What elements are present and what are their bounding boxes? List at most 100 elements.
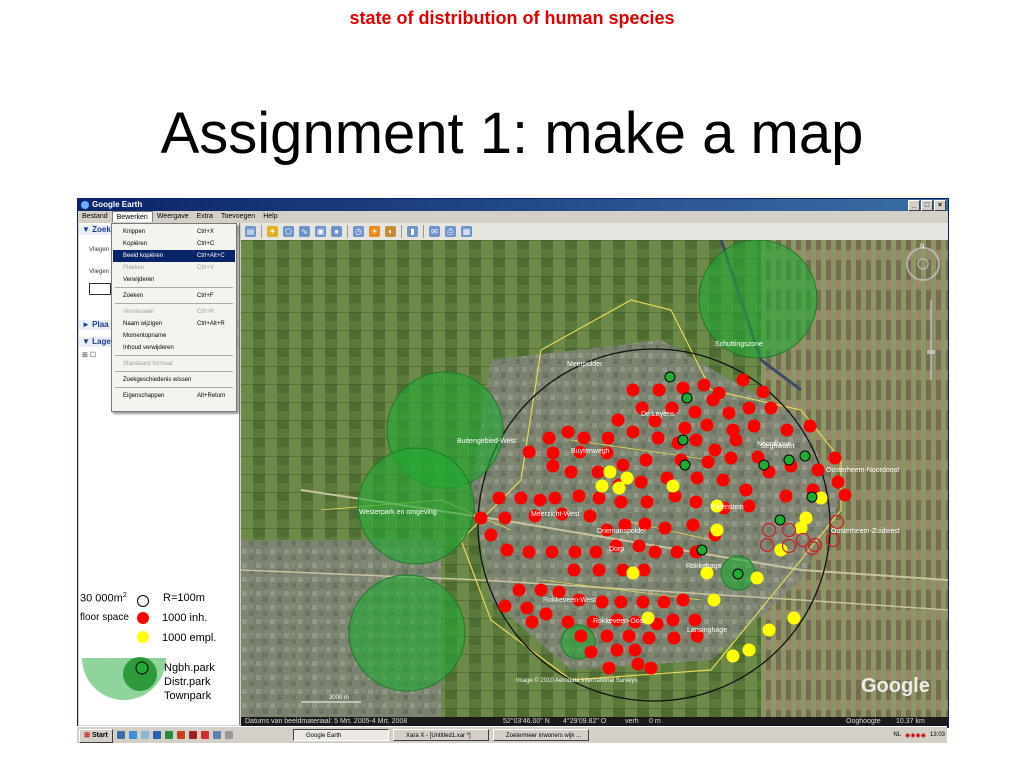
place-label[interactable]: De Leyens xyxy=(641,411,675,418)
app-icon[interactable] xyxy=(201,731,209,739)
satellite-map[interactable]: Meerpolder De Leyens Buytenwegh Seghwaert No… xyxy=(241,240,948,717)
menu-bewerken[interactable]: Bewerken xyxy=(111,211,153,222)
excel-icon[interactable] xyxy=(165,731,173,739)
place-label[interactable]: Palenstein xyxy=(711,504,744,511)
place-label[interactable]: Oosterheem-Zuidwest xyxy=(831,528,900,535)
app-icon-3[interactable] xyxy=(225,731,233,739)
map-canvas[interactable]: MeerpolderDe LeyensBuytenweghSeghwaertNo… xyxy=(241,240,948,717)
menu-separator xyxy=(115,303,233,304)
menu-item-momentopname[interactable]: Momentopname xyxy=(113,330,235,342)
start-button[interactable]: ⊞ Start xyxy=(79,729,113,743)
task-xara[interactable]: Xara X - [Untitled1.xar *] xyxy=(393,729,489,741)
history-icon[interactable]: ◷ xyxy=(353,226,364,237)
inhabitant-marker xyxy=(657,595,671,609)
inhabitant-marker xyxy=(667,631,681,645)
menu-item-label: Standaard formaat xyxy=(123,361,173,367)
place-label[interactable]: Westerpark en omgeving xyxy=(359,509,437,516)
ruler-icon[interactable]: ▮ xyxy=(407,226,418,237)
language-indicator[interactable]: NL xyxy=(893,732,901,738)
powerpoint-icon[interactable] xyxy=(177,731,185,739)
place-label[interactable]: Oosterheem-Noordoost xyxy=(826,467,899,474)
place-label[interactable]: Noordhove xyxy=(757,441,791,448)
inhabitant-marker xyxy=(614,495,628,509)
place-label[interactable]: Meerzicht-West xyxy=(531,511,580,518)
placemark-icon[interactable]: ✦ xyxy=(267,226,278,237)
place-label[interactable]: Rokkehage xyxy=(686,563,722,570)
inhabitant-marker xyxy=(498,511,512,525)
place-label[interactable]: Dorp xyxy=(609,546,624,553)
place-label[interactable]: Lansinghage xyxy=(687,627,727,634)
inhabitant-marker xyxy=(545,545,559,559)
email-icon[interactable]: ✉ xyxy=(429,226,440,237)
menu-item-eigenschappen[interactable]: Eigenschappen Alt+Return xyxy=(113,390,235,402)
polygon-icon[interactable]: ⬠ xyxy=(283,226,294,237)
tray-icons[interactable]: ◉◉◉◉ xyxy=(905,732,926,739)
menu-extra[interactable]: Extra xyxy=(193,211,217,222)
browser-icon[interactable] xyxy=(129,731,137,739)
maximize-button[interactable]: □ xyxy=(921,200,933,211)
place-label[interactable]: Schuttingszone xyxy=(715,341,763,348)
word-icon[interactable] xyxy=(153,731,161,739)
inhabitant-marker xyxy=(512,583,526,597)
print-icon[interactable]: ⎙ xyxy=(445,226,456,237)
inhabitant-marker xyxy=(492,491,506,505)
explorer-icon[interactable] xyxy=(141,731,149,739)
inhabitant-marker xyxy=(589,545,603,559)
toolbar: ▤ ✦ ⬠ ∿ ▣ ● ◷ ☀ ◐ ▮ ✉ ⎙ ▦ xyxy=(241,223,948,240)
place-label[interactable]: Rokkeveen-West xyxy=(543,597,596,604)
inhabitant-marker xyxy=(708,443,722,457)
sidebar-toggle-icon[interactable]: ▤ xyxy=(245,226,256,237)
acrobat-icon[interactable] xyxy=(189,731,197,739)
minimize-button[interactable]: _ xyxy=(908,200,920,211)
menu-help[interactable]: Help xyxy=(259,211,281,222)
place-label[interactable]: Rokkeveen-Oost xyxy=(593,618,645,625)
menu-bestand[interactable]: Bestand xyxy=(78,211,112,222)
menu-item-inhoud-verwijderen[interactable]: Inhoud verwijderen xyxy=(113,342,235,354)
place-label[interactable]: Driemanspolder xyxy=(597,528,647,535)
inhabitant-marker xyxy=(572,489,586,503)
menu-weergave[interactable]: Weergave xyxy=(153,211,193,222)
task-zoetermeer[interactable]: Zoetermeer inwoners wijk ... xyxy=(493,729,589,741)
inhabitant-marker xyxy=(670,545,684,559)
menu-item-kopi-ren[interactable]: Kopiëren Ctrl+C xyxy=(113,238,235,250)
place-label[interactable]: Buytenwegh xyxy=(571,448,610,455)
sunlight-icon[interactable]: ☀ xyxy=(369,226,380,237)
task-google-earth[interactable]: Google Earth xyxy=(293,729,389,741)
inhabitant-marker xyxy=(756,385,770,399)
place-label[interactable]: Meerpolder xyxy=(567,361,603,368)
inhabitant-marker xyxy=(484,528,498,542)
legend-floor-space-amount: 30 000m2 xyxy=(80,592,127,605)
menu-item-zoeken[interactable]: Zoeken Ctrl+F xyxy=(113,290,235,302)
layers-tree-expand-icon[interactable]: ⊞ ☐ xyxy=(82,351,96,359)
menu-item-beeld-kopi-ren[interactable]: Beeld kopiëren Ctrl+Alt+C xyxy=(113,250,235,262)
image-overlay-icon[interactable]: ▣ xyxy=(315,226,326,237)
menu-item-zoekgeschiedenis-wissen[interactable]: Zoekgeschiedenis wissen xyxy=(113,374,235,386)
neighbourhood-park-marker xyxy=(732,568,744,580)
menu-item-shortcut: Ctrl+Alt+C xyxy=(197,253,225,259)
app-icon-2[interactable] xyxy=(213,731,221,739)
window-titlebar[interactable]: Google Earth _ □ × xyxy=(78,199,948,211)
map-legend: 30 000m2 R=100m floor space 1000 inh. 10… xyxy=(78,588,238,708)
menu-item-plakken[interactable]: Plakken Ctrl+V xyxy=(113,262,235,274)
close-button[interactable]: × xyxy=(934,200,946,211)
inhabitant-marker xyxy=(577,431,591,445)
place-label[interactable]: Buitengebied-West xyxy=(457,438,516,445)
inhabitant-marker xyxy=(689,495,703,509)
desktop-icon[interactable] xyxy=(117,731,125,739)
planet-icon[interactable]: ◐ xyxy=(385,226,396,237)
menu-item-naam-wijzigen[interactable]: Naam wijzigen Ctrl+Alt+R xyxy=(113,318,235,330)
inhabitant-marker xyxy=(600,629,614,643)
menu-item-vernieuwen[interactable]: Vernieuwen Ctrl+R xyxy=(113,306,235,318)
path-icon[interactable]: ∿ xyxy=(299,226,310,237)
maps-icon[interactable]: ▦ xyxy=(461,226,472,237)
menu-item-knippen[interactable]: Knippen Ctrl+X xyxy=(113,226,235,238)
menu-item-verwijderen[interactable]: Verwijderen xyxy=(113,274,235,286)
fly-to-input[interactable] xyxy=(89,283,111,295)
menu-item-standaard-formaat[interactable]: Standaard formaat xyxy=(113,358,235,370)
menu-toevoegen[interactable]: Toevoegen xyxy=(217,211,259,222)
menu-separator xyxy=(115,355,233,356)
inhabitant-marker xyxy=(602,661,616,675)
menu-item-label: Inhoud verwijderen xyxy=(123,345,174,351)
menu-item-label: Plakken xyxy=(123,265,145,271)
record-tour-icon[interactable]: ● xyxy=(331,226,342,237)
